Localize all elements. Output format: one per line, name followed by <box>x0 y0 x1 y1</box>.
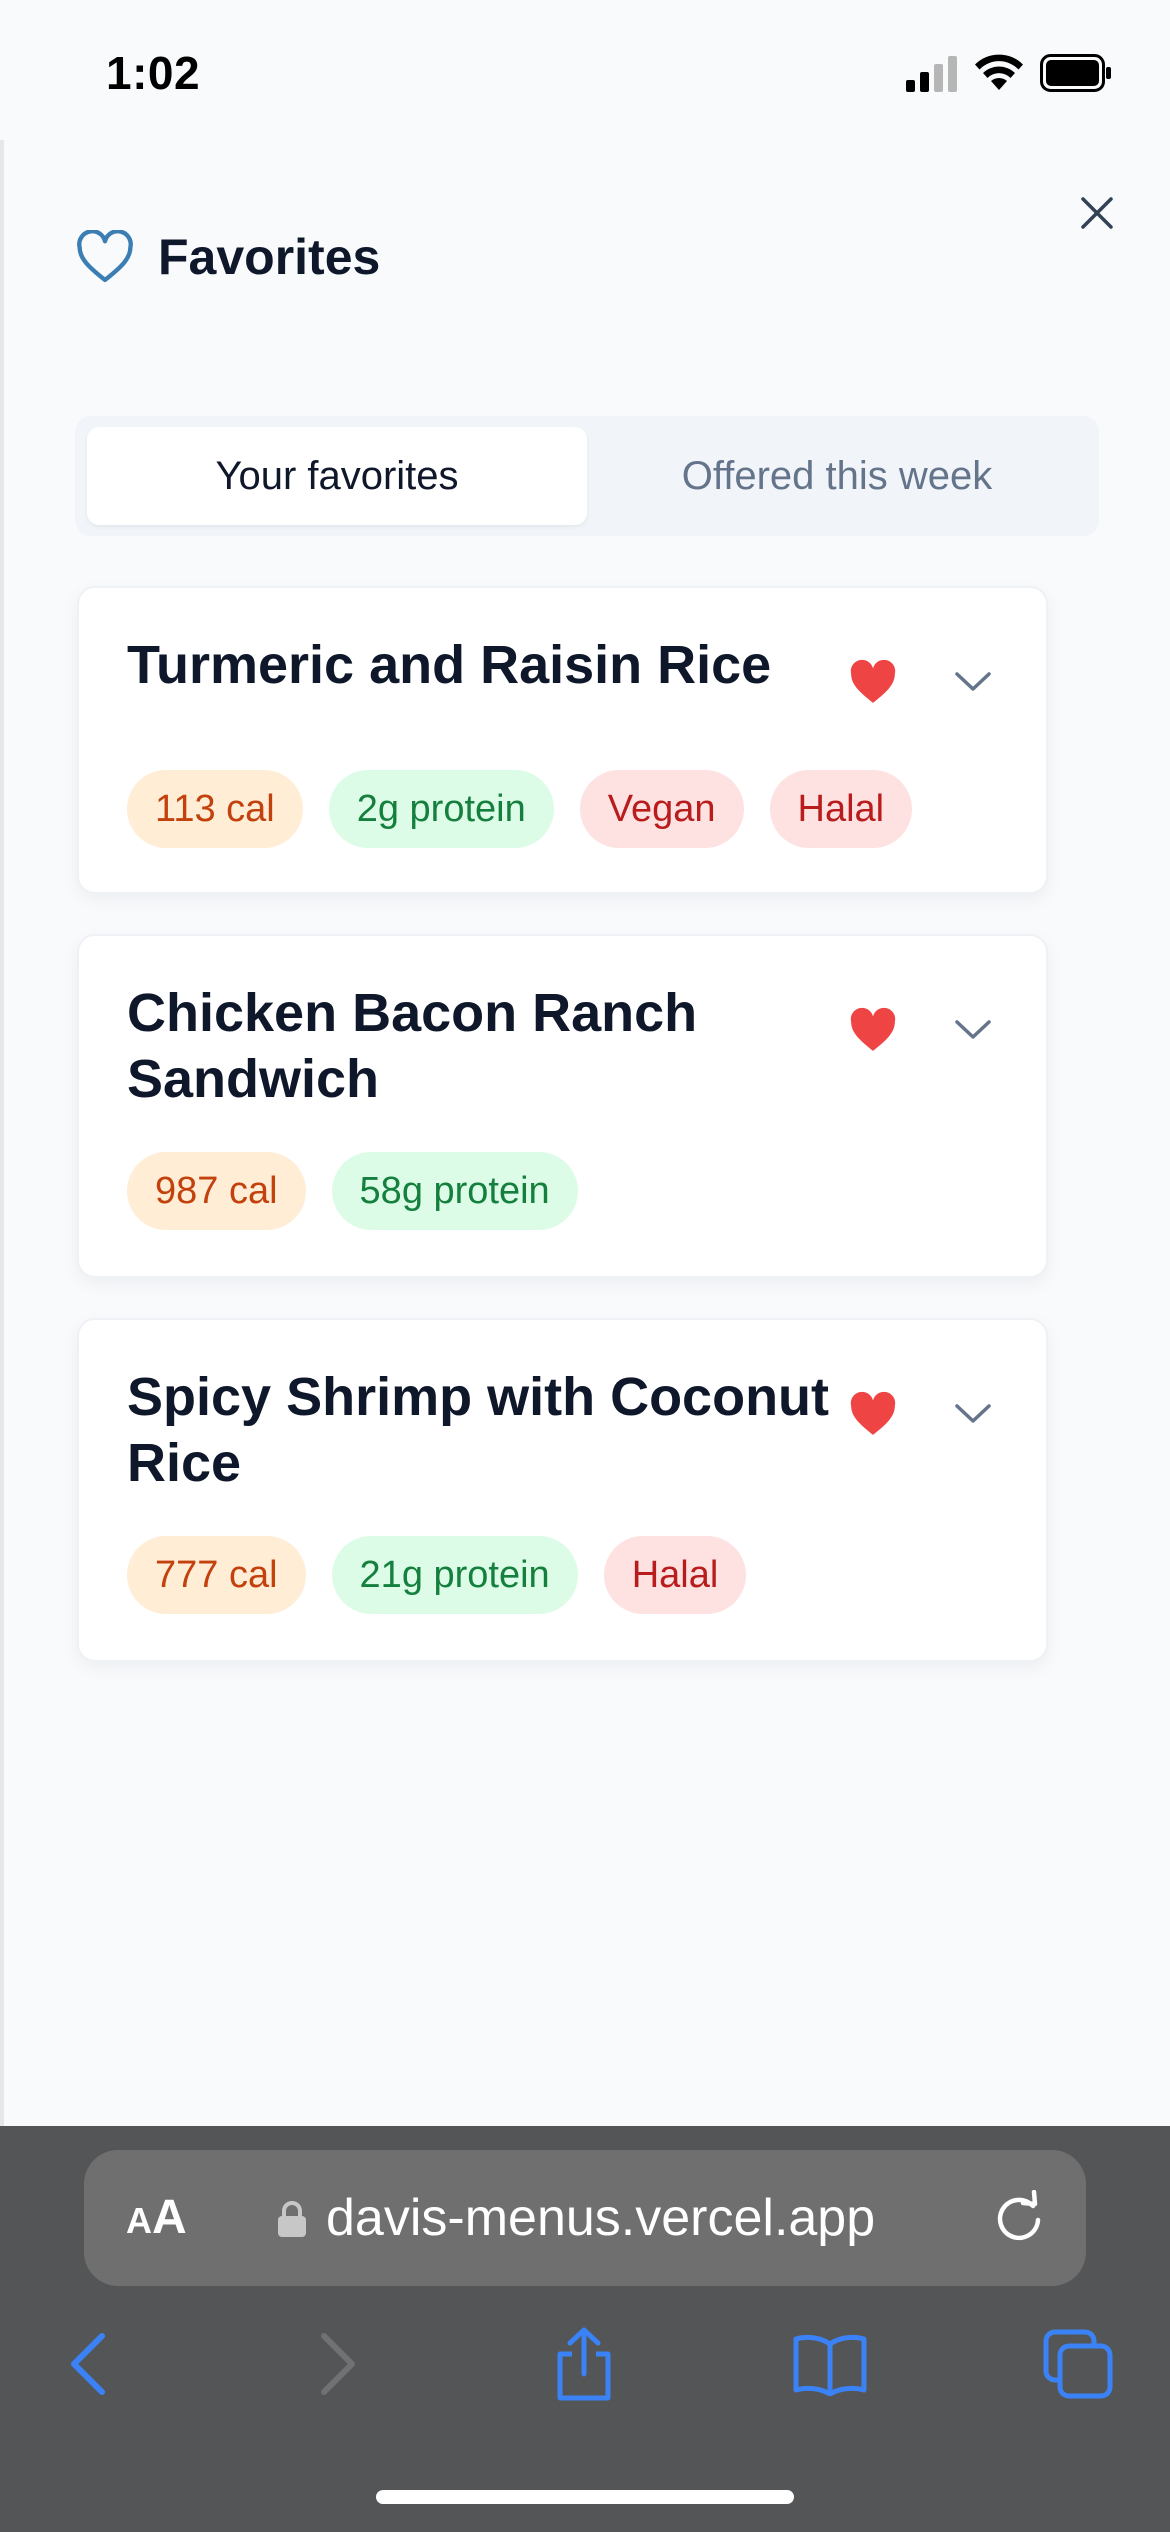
chevron-down-icon <box>955 1404 991 1423</box>
status-time: 1:02 <box>106 47 201 99</box>
protein-tag: 2g protein <box>328 770 554 848</box>
forward-icon <box>321 2333 355 2395</box>
favorite-card[interactable]: Turmeric and Raisin Rice 113 cal 2g prot… <box>77 586 1048 894</box>
expand-button[interactable] <box>941 1384 1005 1444</box>
dish-name: Spicy Shrimp with Coconut Rice <box>127 1367 830 1493</box>
cellular-signal-icon <box>906 56 957 92</box>
calorie-tag: 987 cal <box>127 1152 306 1230</box>
bookmarks-icon <box>793 2334 867 2396</box>
share-icon <box>557 2327 611 2401</box>
calorie-tag: 113 cal <box>127 770 303 848</box>
tab-your-favorites[interactable]: Your favorites <box>87 427 587 525</box>
favorite-toggle-button[interactable] <box>841 652 905 712</box>
back-icon <box>71 2333 105 2395</box>
text-size-button[interactable]: A A <box>126 2190 187 2250</box>
reload-icon[interactable] <box>990 2190 1048 2248</box>
close-icon <box>1081 197 1113 229</box>
expand-button[interactable] <box>941 652 1005 712</box>
home-indicator <box>376 2490 794 2504</box>
text-size-small-label: A <box>126 2200 152 2241</box>
chevron-down-icon <box>955 1020 991 1039</box>
url-text: davis-menus.vercel.app <box>326 2189 876 2247</box>
protein-tag: 58g protein <box>331 1152 578 1230</box>
heart-filled-icon <box>850 659 896 703</box>
expand-button[interactable] <box>941 1000 1005 1060</box>
favorite-card[interactable]: Chicken Bacon Ranch Sandwich 987 cal 58g… <box>77 934 1048 1278</box>
bookmarks-button[interactable] <box>792 2326 868 2402</box>
diet-tag: Halal <box>769 770 913 848</box>
tag-list: 113 cal 2g protein Vegan Halal <box>127 770 913 848</box>
sheet-edge <box>0 140 4 2126</box>
forward-button[interactable] <box>300 2326 376 2402</box>
chevron-down-icon <box>955 672 991 691</box>
lock-icon <box>278 2201 306 2237</box>
sheet-header: Favorites <box>76 222 380 292</box>
diet-tag: Halal <box>603 1536 747 1614</box>
heart-filled-icon <box>850 1391 896 1435</box>
battery-icon <box>1040 54 1111 92</box>
dish-name: Turmeric and Raisin Rice <box>127 635 772 695</box>
heart-outline-icon <box>77 230 133 283</box>
tag-list: 777 cal 21g protein Halal <box>127 1536 747 1614</box>
favorite-toggle-button[interactable] <box>841 1384 905 1444</box>
dish-name: Chicken Bacon Ranch Sandwich <box>127 983 698 1109</box>
protein-tag: 21g protein <box>331 1536 578 1614</box>
back-button[interactable] <box>50 2326 126 2402</box>
heart-filled-icon <box>850 1007 896 1051</box>
tab-bar: Your favorites Offered this week <box>75 416 1099 536</box>
text-size-large-label: A <box>152 2191 187 2244</box>
favorite-card[interactable]: Spicy Shrimp with Coconut Rice 777 cal 2… <box>77 1318 1048 1662</box>
diet-tag: Vegan <box>579 770 744 848</box>
tabs-button[interactable] <box>1040 2326 1116 2402</box>
favorite-toggle-button[interactable] <box>841 1000 905 1060</box>
page-title: Favorites <box>158 229 381 285</box>
close-button[interactable] <box>1070 186 1124 240</box>
wifi-icon <box>975 54 1023 90</box>
tab-offered-this-week[interactable]: Offered this week <box>587 427 1087 525</box>
tag-list: 987 cal 58g protein <box>127 1152 578 1230</box>
calorie-tag: 777 cal <box>127 1536 306 1614</box>
status-bar: 1:02 <box>0 0 1170 140</box>
share-button[interactable] <box>546 2326 622 2402</box>
tabs-icon <box>1043 2329 1113 2399</box>
